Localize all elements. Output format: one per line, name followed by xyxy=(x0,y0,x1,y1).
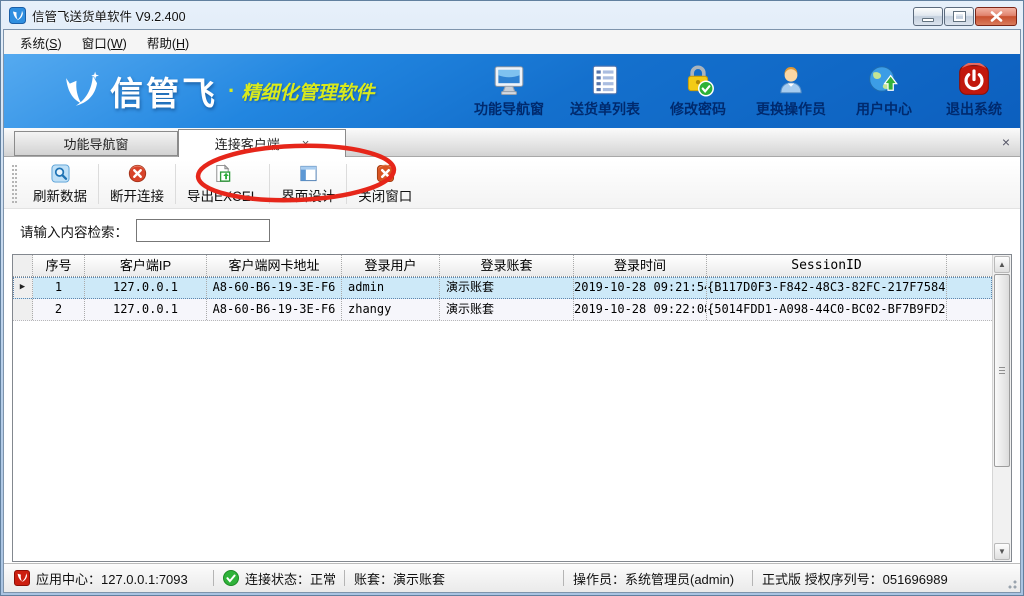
scroll-up-icon[interactable]: ▲ xyxy=(994,256,1010,273)
brand-tagline: 精细化管理软件 xyxy=(241,78,374,105)
resize-grip[interactable] xyxy=(1005,577,1017,589)
toolbar-grip xyxy=(12,165,17,203)
tab-close-icon[interactable]: × xyxy=(302,137,310,150)
app-frame: 系统(S) 窗口(W) 帮助(H) 信管飞 · 精细化管理软件 功能导航窗 xyxy=(4,30,1020,592)
close-window-icon xyxy=(376,164,395,183)
ui-design-icon xyxy=(299,164,318,183)
power-icon xyxy=(957,63,991,97)
scrollbar-thumb[interactable] xyxy=(994,274,1010,467)
statusbar: 应用中心：127.0.0.1:7093 连接状态：正常 账套：演示账套 操作员：… xyxy=(4,563,1020,592)
command-toolbar: 刷新数据 断开连接 导出EXCEL 界面设计 xyxy=(4,160,1020,209)
nav-function-panel[interactable]: 功能导航窗 xyxy=(474,63,544,119)
col-header-filler xyxy=(947,255,992,276)
export-excel-icon xyxy=(213,164,232,183)
list-document-icon xyxy=(588,63,622,97)
status-connection: 连接状态：正常 xyxy=(223,569,335,588)
swoosh-logo-icon xyxy=(56,68,102,114)
nav-user-center[interactable]: 用户中心 xyxy=(852,63,916,119)
menu-help[interactable]: 帮助(H) xyxy=(137,30,199,55)
brand-dot: · xyxy=(228,78,235,104)
restore-icon xyxy=(954,12,965,21)
row-marker-icon: ▶ xyxy=(20,277,25,298)
monitor-icon xyxy=(492,63,526,97)
tab-connected-clients[interactable]: 连接客户端 × xyxy=(178,129,346,157)
row-selector-cell xyxy=(13,299,33,320)
tabstrip-close-icon[interactable]: × xyxy=(1002,134,1010,150)
brand-name: 信管飞 xyxy=(110,67,218,115)
nav-switch-operator[interactable]: 更换操作员 xyxy=(756,63,826,119)
status-separator xyxy=(213,570,214,586)
status-separator xyxy=(752,570,753,586)
person-icon xyxy=(774,63,808,97)
refresh-data-button[interactable]: 刷新数据 xyxy=(25,162,95,207)
status-operator: 操作员：系统管理员(admin) xyxy=(573,569,743,588)
app-logo-icon xyxy=(9,7,26,24)
disconnect-button[interactable]: 断开连接 xyxy=(102,162,172,207)
restore-button[interactable] xyxy=(944,7,974,26)
menubar: 系统(S) 窗口(W) 帮助(H) xyxy=(4,30,1020,54)
app-window: 信管飞送货单软件 V9.2.400 系统(S) 窗口(W) 帮助(H) 信管飞 … xyxy=(0,0,1024,596)
header-nav: 功能导航窗 送货单列表 修改密码 更换操作员 用户中心 xyxy=(474,63,1006,119)
ui-design-button[interactable]: 界面设计 xyxy=(273,162,343,207)
col-header-client-ip[interactable]: 客户端IP xyxy=(85,255,207,276)
minimize-button[interactable] xyxy=(913,7,943,26)
green-check-icon xyxy=(223,570,239,586)
vertical-scrollbar[interactable]: ▲ ▼ xyxy=(992,255,1011,561)
globe-arrow-icon xyxy=(867,63,901,97)
export-excel-button[interactable]: 导出EXCEL xyxy=(179,162,266,207)
status-app-center: 应用中心：127.0.0.1:7093 xyxy=(14,569,204,588)
scrollbar-grip xyxy=(999,367,1005,375)
toolbar-separator xyxy=(346,164,347,204)
close-icon xyxy=(990,11,1003,22)
app-header: 信管飞 · 精细化管理软件 功能导航窗 送货单列表 修改密码 xyxy=(4,54,1020,128)
search-input[interactable] xyxy=(136,219,270,242)
col-header-session-id[interactable]: SessionID xyxy=(707,255,947,276)
menu-window[interactable]: 窗口(W) xyxy=(72,30,137,55)
status-separator xyxy=(344,570,345,586)
toolbar-separator xyxy=(98,164,99,204)
selector-header-cell xyxy=(13,255,33,276)
refresh-search-icon xyxy=(51,164,70,183)
col-header-mac[interactable]: 客户端网卡地址 xyxy=(207,255,342,276)
nav-delivery-list[interactable]: 送货单列表 xyxy=(570,63,640,119)
status-account: 账套：演示账套 xyxy=(354,569,554,588)
red-logo-icon xyxy=(14,570,30,586)
scroll-down-icon[interactable]: ▼ xyxy=(994,543,1010,560)
lock-check-icon xyxy=(681,63,715,97)
col-header-seq[interactable]: 序号 xyxy=(33,255,85,276)
nav-exit-system[interactable]: 退出系统 xyxy=(942,63,1006,119)
status-license: 正式版 授权序列号：051696989 xyxy=(762,569,948,588)
clients-table: 序号 客户端IP 客户端网卡地址 登录用户 登录账套 登录时间 SessionI… xyxy=(12,254,1012,562)
toolbar-separator xyxy=(175,164,176,204)
tab-content: 刷新数据 断开连接 导出EXCEL 界面设计 xyxy=(4,156,1020,563)
window-title: 信管飞送货单软件 V9.2.400 xyxy=(32,6,186,25)
minimize-icon xyxy=(922,18,934,22)
tabstrip: 功能导航窗 连接客户端 × × xyxy=(4,128,1020,156)
close-window-button[interactable]: 关闭窗口 xyxy=(350,162,420,207)
search-label: 请输入内容检索： xyxy=(20,221,128,241)
row-selector-cell: ▶ xyxy=(13,277,33,298)
close-button[interactable] xyxy=(975,7,1017,26)
disconnect-icon xyxy=(128,164,147,183)
brand: 信管飞 · 精细化管理软件 xyxy=(56,67,374,115)
table-header-row: 序号 客户端IP 客户端网卡地址 登录用户 登录账套 登录时间 SessionI… xyxy=(13,255,992,277)
table-row[interactable]: ▶ 1 127.0.0.1 A8-60-B6-19-3E-F6 admin 演示… xyxy=(13,277,992,299)
tab-function-panel[interactable]: 功能导航窗 xyxy=(14,131,178,156)
status-separator xyxy=(563,570,564,586)
nav-change-password[interactable]: 修改密码 xyxy=(666,63,730,119)
search-row: 请输入内容检索： xyxy=(20,219,270,242)
col-header-account[interactable]: 登录账套 xyxy=(440,255,574,276)
table-row[interactable]: 2 127.0.0.1 A8-60-B6-19-3E-F6 zhangy 演示账… xyxy=(13,299,992,321)
col-header-login-time[interactable]: 登录时间 xyxy=(574,255,707,276)
toolbar-separator xyxy=(269,164,270,204)
menu-system[interactable]: 系统(S) xyxy=(10,30,72,55)
titlebar: 信管飞送货单软件 V9.2.400 xyxy=(0,0,1024,30)
col-header-login-user[interactable]: 登录用户 xyxy=(342,255,440,276)
